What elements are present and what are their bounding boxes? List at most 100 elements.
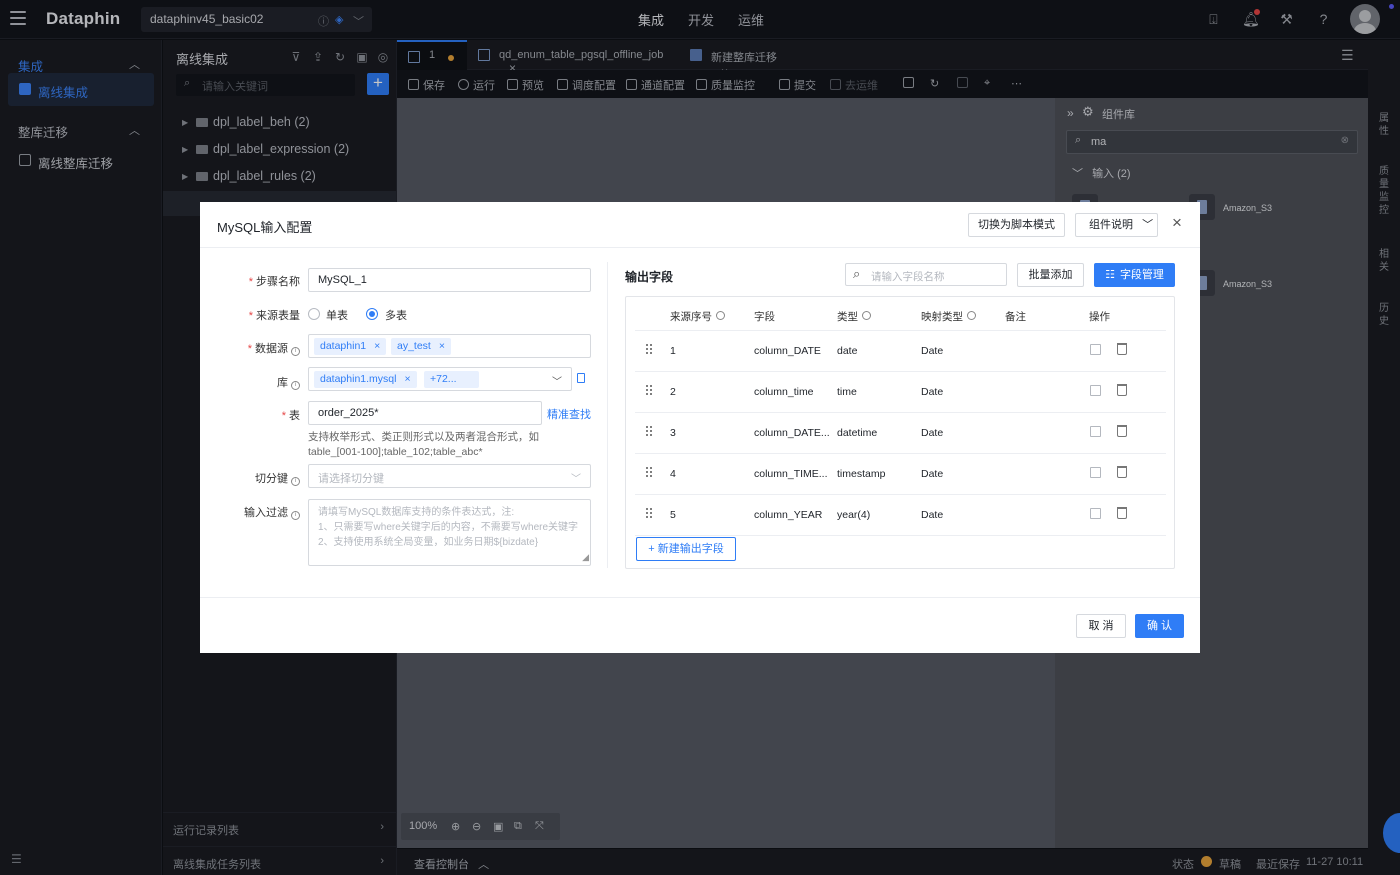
split-key-select[interactable]: 请选择切分键 ﹀ [308, 464, 591, 488]
delete-icon[interactable] [1117, 425, 1127, 437]
radio-label: 单表 [326, 310, 348, 322]
radio-label: 多表 [385, 310, 407, 322]
filter-placeholder-line: 2、支持使用系统全局变量，如业务日期${bizdate} [318, 537, 539, 548]
delete-icon[interactable] [1117, 343, 1127, 355]
cell-type: datetime [837, 427, 878, 439]
chevron-down-icon: ﹀ [1142, 219, 1154, 231]
remove-tag-icon[interactable]: × [439, 340, 445, 352]
step-name-input[interactable]: MySQL_1 [308, 268, 591, 292]
cell-type: timestamp [837, 468, 886, 480]
database-tag: dataphin1.mysql × [314, 371, 417, 388]
cell-map-type: Date [921, 427, 944, 439]
filter-placeholder-line: 1、只需要写where关键字后的内容，不需要写where关键字 [318, 522, 579, 533]
close-icon[interactable]: × [1170, 214, 1184, 231]
remove-tag-icon[interactable]: × [374, 340, 380, 352]
datasource-tag: dataphin1 × [314, 338, 387, 355]
label-text: 切分键 [255, 473, 288, 485]
col-field: 字段 [754, 311, 775, 323]
chevron-down-icon: ﹀ [571, 474, 581, 485]
info-icon: i [291, 381, 300, 390]
table-row: 4 column_TIME... timestamp Date [635, 454, 1166, 495]
search-icon: ⌕ [853, 266, 861, 281]
more-tag: +72... [424, 371, 479, 388]
field-manage-button[interactable]: ☷ 字段管理 [1094, 263, 1175, 287]
drag-handle-icon[interactable] [646, 344, 654, 356]
drag-handle-icon[interactable] [646, 426, 654, 438]
table-row: 2 column_time time Date [635, 372, 1166, 413]
col-label: 来源序号 [670, 311, 712, 323]
chevron-down-icon: ﹀ [552, 377, 562, 388]
single-table-radio[interactable]: 单表 [308, 306, 368, 322]
col-label: 映射类型 [921, 311, 963, 323]
split-key-label: 切分键 i [200, 470, 300, 486]
table-input[interactable]: order_2025* [308, 401, 542, 425]
list-settings-icon: ☷ [1105, 269, 1115, 281]
info-icon [967, 311, 976, 320]
table-hint: 支持枚举形式、类正则形式以及两者混合形式，如 table_[001-100];t… [308, 431, 539, 458]
multi-table-radio[interactable]: 多表 [366, 306, 426, 322]
edit-icon[interactable] [1090, 467, 1101, 478]
input-filter-label: 输入过滤 i [200, 504, 300, 520]
info-icon: i [291, 347, 300, 356]
output-fields-table: 来源序号 字段 类型 映射类型 备注 操作 1 column_DATE date… [625, 296, 1175, 569]
cell-field: column_time [754, 386, 814, 398]
cell-seq: 3 [670, 427, 676, 439]
plus-icon: + [648, 543, 655, 555]
label-text: 步骤名称 [256, 276, 300, 288]
datasource-select[interactable]: dataphin1 × ay_test × [308, 334, 591, 358]
label-text: 表 [289, 410, 300, 422]
table-label: * 表 [281, 410, 300, 422]
radio-circle [366, 308, 378, 320]
edit-icon[interactable] [1090, 385, 1101, 396]
output-fields-title: 输出字段 [625, 270, 674, 284]
cell-field: column_YEAR [754, 509, 823, 521]
cell-type: year(4) [837, 509, 871, 521]
col-actions: 操作 [1089, 311, 1110, 323]
remove-tag-icon[interactable]: × [404, 373, 410, 385]
cell-map-type: Date [921, 386, 944, 398]
col-source-seq: 来源序号 [670, 309, 725, 324]
cell-field: column_TIME... [754, 468, 828, 480]
mysql-input-config-dialog: MySQL输入配置 切换为脚本模式 组件说明 ﹀ × * 步骤名称 MySQL_1… [200, 202, 1200, 653]
input-filter-textarea[interactable]: 请填写MySQL数据库支持的条件表达式，注: 1、只需要写where关键字后的内… [308, 499, 591, 566]
info-icon [862, 311, 871, 320]
cell-seq: 1 [670, 345, 676, 357]
col-label: 类型 [837, 311, 858, 323]
edit-icon[interactable] [1090, 426, 1101, 437]
precise-search-link[interactable]: 精准查找 [547, 406, 591, 422]
switch-script-mode-button[interactable]: 切换为脚本模式 [968, 213, 1065, 237]
source-count-label: * 来源表量 [248, 310, 300, 322]
drag-handle-icon[interactable] [646, 508, 654, 520]
cell-type: date [837, 345, 858, 357]
drag-handle-icon[interactable] [646, 467, 654, 479]
field-search-input[interactable]: ⌕ 请输入字段名称 [845, 263, 1007, 286]
cancel-button[interactable]: 取 消 [1076, 614, 1126, 638]
add-output-field-button[interactable]: + 新建输出字段 [636, 537, 736, 561]
col-map-type: 映射类型 [921, 309, 976, 324]
delete-icon[interactable] [1117, 384, 1127, 396]
tag-label: dataphin1.mysql [320, 373, 397, 385]
field-manage-label: 字段管理 [1119, 269, 1164, 281]
label-text: 输入过滤 [244, 507, 288, 519]
table-row: 3 column_DATE... datetime Date [635, 413, 1166, 454]
info-icon: i [291, 477, 300, 486]
confirm-button[interactable]: 确 认 [1135, 614, 1184, 638]
drag-handle-icon[interactable] [646, 385, 654, 397]
filter-placeholder-line: 请填写MySQL数据库支持的条件表达式，注: [318, 507, 515, 518]
edit-icon[interactable] [1090, 508, 1101, 519]
datasource-label: * 数据源 i [200, 340, 300, 356]
field-search-placeholder: 请输入字段名称 [871, 271, 945, 283]
cell-type: time [837, 386, 857, 398]
component-help-button[interactable]: 组件说明 ﹀ [1075, 213, 1158, 237]
dialog-title: MySQL输入配置 [217, 220, 313, 235]
tag-label: ay_test [397, 340, 431, 352]
resize-handle-icon[interactable]: ◢ [582, 550, 589, 565]
edit-icon[interactable] [1090, 344, 1101, 355]
datasource-tag: ay_test × [391, 338, 451, 355]
cell-seq: 2 [670, 386, 676, 398]
delete-icon[interactable] [1117, 507, 1127, 519]
delete-icon[interactable] [1117, 466, 1127, 478]
batch-add-button[interactable]: 批量添加 [1017, 263, 1084, 287]
copy-icon[interactable] [577, 373, 585, 383]
database-select[interactable]: dataphin1.mysql × +72... ﹀ [308, 367, 572, 391]
